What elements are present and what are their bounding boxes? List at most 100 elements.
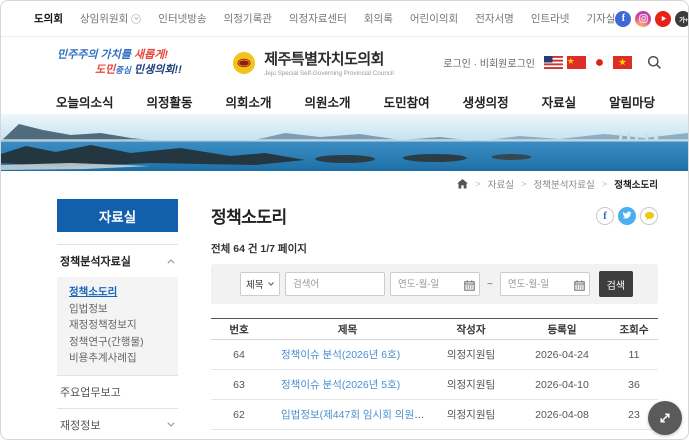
facebook-icon[interactable]: f <box>615 11 631 27</box>
home-icon[interactable] <box>457 179 468 189</box>
site-logo[interactable]: 제주특별자치도의회 Jeju Special Self-Governing Pr… <box>231 48 394 77</box>
breadcrumb-separator: > <box>602 179 608 190</box>
sidebar: 자료실 정책분석자료실 정책소도리 입법정보 재정정책정보지 정책연구(간행물)… <box>57 199 178 440</box>
nav-item-news[interactable]: 오늘의소식 <box>56 92 114 111</box>
language-flags <box>544 56 632 69</box>
search-icon[interactable] <box>647 55 662 70</box>
main-navigation: 오늘의소식 의정활동 의회소개 의원소개 도민참여 생생의정 자료실 알림마당 <box>1 88 688 114</box>
sidebar-section-policy-analysis: 정책분석자료실 정책소도리 입법정보 재정정책정보지 정책연구(간행물) 비용추… <box>57 244 178 375</box>
site-subtitle: Jeju Special Self-Governing Provincial C… <box>264 70 394 77</box>
calendar-icon[interactable] <box>464 278 475 296</box>
table-row: 61 정책이슈 분석(2026년 4호) 의정지원팀 2026-03-30 49 <box>211 430 658 440</box>
post-title-link[interactable]: 정책이슈 분석(2026년 6호) <box>281 349 400 361</box>
utility-links: 도의회 상임위원회 인터넷방송 의정기록관 의정자료센터 회의록 어린이의회 전… <box>34 11 615 26</box>
facebook-share-button[interactable]: f <box>596 207 614 225</box>
breadcrumb-policy-room[interactable]: 정책분석자료실 <box>534 177 595 191</box>
kakao-share-button[interactable] <box>640 207 658 225</box>
instagram-icon[interactable] <box>635 11 651 27</box>
font-size-up-icon[interactable]: 가+ <box>675 11 689 27</box>
expand-arrows-icon <box>658 411 672 425</box>
nav-item-participation[interactable]: 도민참여 <box>384 92 430 111</box>
row-date: 2026-04-24 <box>514 349 610 361</box>
sidebar-item-policy-research[interactable]: 정책연구(간행물) <box>69 334 166 351</box>
row-author: 의정지원팀 <box>428 377 514 392</box>
nav-item-library[interactable]: 자료실 <box>542 92 577 111</box>
main-panel: 정책소도리 f 전체 64 건 1/7 페이지 제목 <box>211 199 658 440</box>
share-buttons: f <box>596 207 658 225</box>
youtube-icon[interactable] <box>655 11 671 27</box>
board-search-form: 제목 ~ 검색 <box>211 264 658 304</box>
sidebar-item-legislation-info[interactable]: 입법정보 <box>69 301 166 318</box>
breadcrumb-library[interactable]: 자료실 <box>488 177 514 191</box>
search-keyword-input[interactable] <box>285 272 385 296</box>
page-title: 정책소도리 <box>211 203 287 228</box>
nav-item-activities[interactable]: 의정활동 <box>147 92 193 111</box>
content-area: 자료실 정책분석자료실 정책소도리 입법정보 재정정책정보지 정책연구(간행물)… <box>1 197 688 440</box>
chevron-down-icon <box>167 422 175 427</box>
post-title-link[interactable]: 정책이슈 분석(2026년 5호) <box>281 379 400 391</box>
site-title: 제주특별자치도의회 <box>264 48 394 69</box>
sidebar-item-work-report[interactable]: 주요업무보고 <box>57 376 178 408</box>
hero-banner-image <box>1 114 688 171</box>
chevron-up-icon <box>167 259 175 264</box>
table-row: 64 정책이슈 분석(2026년 6호) 의정지원팀 2026-04-24 11 <box>211 340 658 370</box>
login-link[interactable]: 로그인 <box>443 59 471 70</box>
row-number: 64 <box>211 349 267 361</box>
twitter-share-button[interactable] <box>618 207 636 225</box>
utility-link-records[interactable]: 의정기록관 <box>224 11 272 26</box>
nav-item-notice[interactable]: 알림마당 <box>609 92 655 111</box>
sidebar-title: 자료실 <box>57 199 178 232</box>
table-row: 63 정책이슈 분석(2026년 5호) 의정지원팀 2026-04-10 36 <box>211 370 658 400</box>
sidebar-section-work-report: 주요업무보고 <box>57 375 178 408</box>
total-count-text: 전체 64 건 1/7 페이지 <box>211 241 658 256</box>
utility-link-broadcast[interactable]: 인터넷방송 <box>158 11 206 26</box>
site-slogan: 민주주의 가치를 새롭게! 도민중심 민생의회!! <box>57 48 182 77</box>
utility-link-esign[interactable]: 전자서명 <box>475 11 514 26</box>
calendar-icon[interactable] <box>574 278 585 296</box>
breadcrumb: > 자료실 > 정책분석자료실 > 정책소도리 <box>1 171 688 197</box>
japan-flag-icon[interactable] <box>590 56 609 69</box>
sidebar-section-fiscal-info: 재정정보 <box>57 408 178 440</box>
sidebar-item-fiscal-policy-journal[interactable]: 재정정책정보지 <box>69 317 166 334</box>
utility-link-datacenter[interactable]: 의정자료센터 <box>289 11 347 26</box>
utility-link-minutes[interactable]: 회의록 <box>364 11 393 26</box>
sidebar-item-policy-analysis[interactable]: 정책분석자료실 <box>57 245 178 277</box>
sidebar-item-policy-sodori[interactable]: 정책소도리 <box>69 284 166 301</box>
post-title-link[interactable]: 입법정보(제447회 임시회 의원발의 조례) <box>281 409 428 421</box>
sidebar-item-fiscal-info[interactable]: 재정정보 <box>57 409 178 440</box>
row-number: 63 <box>211 379 267 391</box>
quick-menu-button[interactable] <box>648 401 682 435</box>
nav-item-about-council[interactable]: 의회소개 <box>226 92 272 111</box>
nav-item-members[interactable]: 의원소개 <box>305 92 351 111</box>
header-utilities: 로그인 · 비회원로그인 <box>443 55 662 70</box>
guest-login-link[interactable]: 비회원로그인 <box>480 59 535 70</box>
row-number: 62 <box>211 409 267 421</box>
search-category-select[interactable]: 제목 <box>240 272 280 296</box>
utility-link-intranet[interactable]: 인트라넷 <box>531 11 570 26</box>
board-header-row: 번호 제목 작성자 등록일 조회수 <box>211 319 658 340</box>
utility-link-press[interactable]: 기자실 <box>586 11 615 26</box>
date-range-separator: ~ <box>485 279 495 290</box>
china-flag-icon[interactable] <box>567 56 586 69</box>
row-author: 의정지원팀 <box>428 347 514 362</box>
login-separator: · <box>474 59 477 70</box>
nav-item-live[interactable]: 생생의정 <box>463 92 509 111</box>
site-header: 민주주의 가치를 새롭게! 도민중심 민생의회!! 제주특별자치도의회 Jeju… <box>1 37 688 88</box>
utility-link-council[interactable]: 도의회 <box>34 11 63 26</box>
breadcrumb-current: 정책소도리 <box>614 177 658 191</box>
search-submit-button[interactable]: 검색 <box>599 271 633 297</box>
vietnam-flag-icon[interactable] <box>613 56 632 69</box>
chevron-down-icon <box>268 282 274 286</box>
page: 도의회 상임위원회 인터넷방송 의정기록관 의정자료센터 회의록 어린이의회 전… <box>0 0 689 440</box>
council-emblem-icon <box>231 50 257 76</box>
utility-link-children[interactable]: 어린이의회 <box>410 11 458 26</box>
row-date: 2026-04-10 <box>514 379 610 391</box>
utility-bar: 도의회 상임위원회 인터넷방송 의정기록관 의정자료센터 회의록 어린이의회 전… <box>1 1 688 37</box>
row-author: 의정지원팀 <box>428 407 514 422</box>
sidebar-item-cost-estimation[interactable]: 비용추계사례집 <box>69 350 166 367</box>
usa-flag-icon[interactable] <box>544 56 563 69</box>
breadcrumb-separator: > <box>475 179 481 190</box>
sidebar-submenu: 정책소도리 입법정보 재정정책정보지 정책연구(간행물) 비용추계사례집 <box>57 277 178 375</box>
utility-link-committees[interactable]: 상임위원회 <box>80 11 141 26</box>
row-views: 11 <box>610 349 658 361</box>
